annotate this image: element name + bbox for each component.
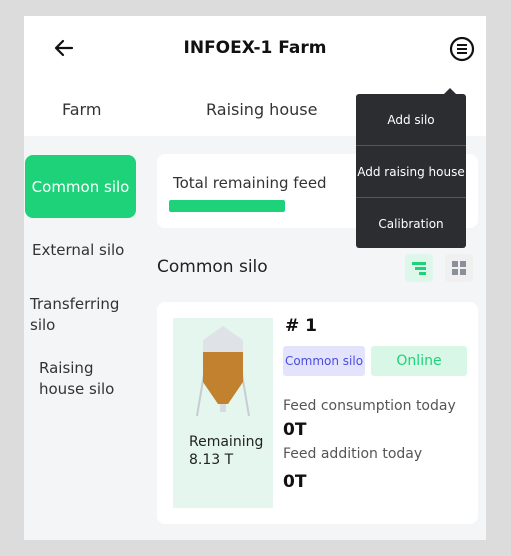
sidebar-item-raising-house-silo[interactable]: Raising house silo bbox=[39, 358, 139, 400]
add-menu-dropdown: Add silo Add raising house Calibration bbox=[356, 88, 466, 249]
section-title: Common silo bbox=[157, 257, 268, 277]
silo-icon bbox=[196, 326, 250, 417]
menu-item-calibration[interactable]: Calibration bbox=[356, 198, 466, 249]
sidebar-item-external-silo[interactable]: External silo bbox=[32, 241, 124, 259]
page-title: INFOEX-1 Farm bbox=[183, 38, 327, 58]
tab-farm[interactable]: Farm bbox=[62, 100, 101, 119]
status-badge: Online bbox=[371, 346, 467, 376]
app-screen: INFOEX-1 Farm Farm Raising house Common … bbox=[24, 16, 486, 540]
list-filter-icon bbox=[412, 262, 426, 275]
menu-circle-icon[interactable] bbox=[449, 36, 475, 62]
grid-icon bbox=[452, 261, 466, 275]
addition-value: 0T bbox=[283, 472, 307, 492]
menu-item-add-silo[interactable]: Add silo bbox=[356, 94, 466, 145]
sidebar-item-label: Raising house silo bbox=[39, 359, 115, 398]
sidebar-item-label: Common silo bbox=[31, 177, 130, 196]
silo-card[interactable]: Remaining 8.13 T # 1 Common silo Online … bbox=[157, 302, 478, 524]
remaining-value: 8.13 T bbox=[189, 452, 234, 468]
list-view-button[interactable] bbox=[405, 254, 433, 282]
total-feed-progress-fill bbox=[169, 200, 285, 212]
consumption-value: 0T bbox=[283, 420, 307, 440]
tab-raising-house[interactable]: Raising house bbox=[206, 100, 317, 119]
total-feed-label: Total remaining feed bbox=[173, 174, 327, 192]
silo-name: # 1 bbox=[285, 316, 317, 336]
silo-type-badge: Common silo bbox=[283, 346, 365, 376]
menu-item-add-raising-house[interactable]: Add raising house bbox=[356, 146, 466, 197]
sidebar-item-label: Transferring silo bbox=[30, 295, 120, 334]
sidebar-item-transferring-silo[interactable]: Transferring silo bbox=[30, 294, 140, 336]
grid-view-button[interactable] bbox=[445, 254, 473, 282]
sidebar-item-label: External silo bbox=[32, 241, 125, 259]
addition-label: Feed addition today bbox=[283, 446, 423, 462]
silo-image-panel bbox=[173, 318, 273, 508]
consumption-label: Feed consumption today bbox=[283, 398, 456, 414]
sidebar-item-common-silo[interactable]: Common silo bbox=[25, 155, 136, 218]
remaining-label: Remaining bbox=[189, 434, 264, 450]
